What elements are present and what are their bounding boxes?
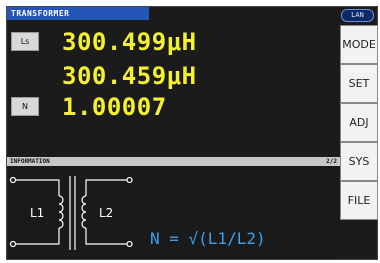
left-terminal-top [9, 176, 17, 184]
adj-button[interactable]: ADJ [340, 103, 378, 142]
ls-value: 300.499μH [62, 28, 197, 56]
instrument-screen: TRANSFORMER LAN Ls 300.499μH 300.459μH N… [6, 6, 378, 260]
right-terminal-bottom [126, 240, 133, 248]
left-wire-bottom [15, 228, 60, 245]
screen-title: TRANSFORMER [7, 7, 149, 20]
left-coil [58, 195, 64, 229]
set-button[interactable]: SET [340, 64, 378, 103]
right-coil [81, 195, 87, 229]
right-wire-bottom [85, 228, 127, 245]
file-button[interactable]: FILE [340, 181, 378, 220]
n-value: 1.00007 [62, 93, 167, 121]
param-ls-button[interactable]: Ls [11, 32, 39, 51]
turns-ratio-formula: N = √(L1/L2) [150, 229, 266, 248]
coil-l1-label: L1 [30, 206, 44, 220]
left-terminal-bottom [9, 240, 17, 248]
right-wire-top [85, 179, 127, 196]
right-terminal-top [126, 176, 133, 184]
information-title: INFORMATION [10, 158, 50, 165]
mode-button[interactable]: MODE [340, 25, 378, 64]
information-page: 2/2 [326, 158, 337, 165]
coil-l2-label: L2 [99, 206, 113, 220]
lan-badge: LAN [341, 9, 374, 22]
left-wire-top [15, 179, 60, 196]
param-n-button[interactable]: N [11, 97, 39, 116]
information-bar: INFORMATION 2/2 [7, 157, 340, 166]
second-inductance-value: 300.459μH [62, 62, 197, 90]
sys-button[interactable]: SYS [340, 142, 378, 181]
